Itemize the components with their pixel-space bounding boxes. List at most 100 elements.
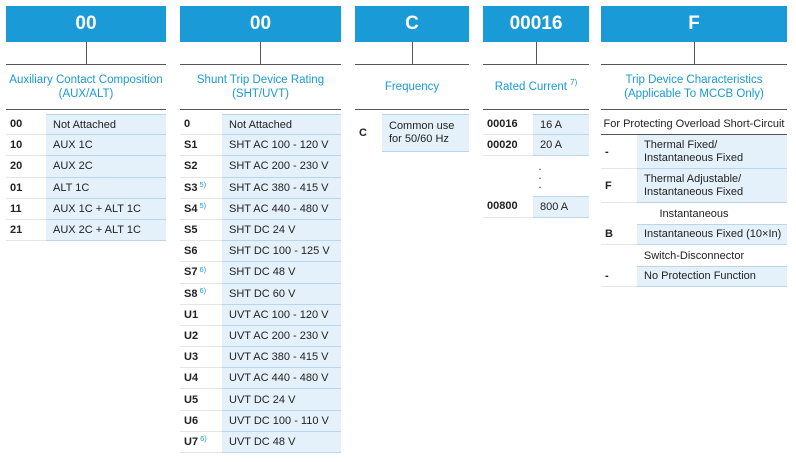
row-code: S7 6) (180, 262, 222, 284)
row-value: Thermal Fixed/ Instantaneous Fixed (637, 135, 787, 169)
table-row: 10 AUX 1C (6, 135, 166, 157)
row-value: AUX 2C (46, 156, 166, 178)
footnote-ref: 5) (199, 180, 207, 190)
trip-header: F (601, 6, 787, 42)
row-value: ALT 1C (46, 177, 166, 199)
row-value: AUX 2C + ALT 1C (46, 219, 166, 242)
table-row: S2 SHT AC 200 - 230 V (180, 156, 341, 178)
aux-contact-column: 00 Auxiliary Contact Composition (AUX/AL… (6, 6, 166, 242)
shunt-caption: Shunt Trip Device Rating (SHT/UVT) (180, 64, 341, 110)
row-code: 0 (180, 114, 222, 136)
row-value: SHT DC 24 V (222, 219, 341, 242)
row-value: Thermal Adjustable/ Instantaneous Fixed (637, 169, 787, 203)
row-value: SHT AC 380 - 415 V (222, 177, 341, 199)
footnote-ref: 6) (199, 264, 207, 274)
aux-table: 00 Not Attached 10 AUX 1C 20 AUX 2C 01 ALT 1… (6, 114, 166, 242)
table-row: 00016 16 A (483, 114, 589, 136)
row-value: UVT AC 380 - 415 V (222, 347, 341, 369)
table-row: 00020 20 A (483, 135, 589, 157)
aux-title-line2: (AUX/ALT) (58, 88, 114, 100)
footnote-ref: 6) (199, 286, 207, 296)
row-code-text: U5 (184, 393, 199, 406)
row-value: UVT DC 100 - 110 V (222, 410, 341, 432)
connector-line (411, 42, 413, 64)
aux-caption: Auxiliary Contact Composition (AUX/ALT) (6, 64, 166, 110)
table-row: 21 AUX 2C + ALT 1C (6, 219, 166, 242)
trip-title-line1: Trip Device Characteristics (625, 74, 763, 86)
row-code: U1 (180, 305, 222, 326)
value-line2: Instantaneous Fixed (644, 151, 744, 164)
row-code: 00 (6, 114, 46, 136)
row-code-text: S3 (184, 181, 198, 194)
row-code: U3 (180, 347, 222, 369)
current-title-wrap: Rated Current 7) (495, 78, 578, 94)
shunt-header: 00 (180, 6, 341, 42)
row-code: U7 6) (180, 432, 222, 453)
ellipsis-stack: . . . (533, 161, 545, 191)
value-line1: Thermal Fixed/ (644, 138, 718, 151)
row-code: S4 5) (180, 199, 222, 220)
table-row: U4 UVT AC 440 - 480 V (180, 368, 341, 390)
row-value: Not Attached (46, 114, 166, 136)
frequency-caption: Frequency (355, 64, 469, 110)
table-row: U3 UVT AC 380 - 415 V (180, 347, 341, 369)
frequency-value-line1: Common use (389, 120, 455, 132)
row-code: 21 (6, 220, 46, 242)
row-value: AUX 1C + ALT 1C (46, 198, 166, 220)
table-row: U5 UVT DC 24 V (180, 389, 341, 411)
current-table: 00016 16 A 00020 20 A . . . 00800 800 A (483, 114, 589, 218)
shunt-trip-column: 00 Shunt Trip Device Rating (SHT/UVT) 0 N… (180, 6, 341, 453)
row-code-text: S8 (184, 287, 198, 300)
row-code: S1 (180, 135, 222, 157)
shunt-title-line1: Shunt Trip Device Rating (196, 74, 325, 86)
row-code: F (601, 169, 637, 203)
table-row: 11 AUX 1C + ALT 1C (6, 198, 166, 220)
frequency-title: Frequency (384, 81, 440, 93)
table-row: B Instantaneous Fixed (10×In) (601, 224, 787, 245)
row-value: UVT DC 48 V (222, 431, 341, 453)
table-row: F Thermal Adjustable/ Instantaneous Fixe… (601, 169, 787, 203)
table-row: U6 UVT DC 100 - 110 V (180, 410, 341, 432)
row-value: 20 A (533, 135, 589, 157)
footnote-ref: 5) (199, 201, 207, 211)
row-code: S8 6) (180, 284, 222, 305)
row-code: 01 (6, 178, 46, 199)
row-value: No Protection Function (637, 266, 787, 287)
row-code-text: S2 (184, 160, 198, 173)
row-value: SHT AC 440 - 480 V (222, 198, 341, 220)
row-code-text: S5 (184, 224, 198, 237)
section-title: Switch-Disconnector (643, 249, 745, 262)
row-code: U4 (180, 368, 222, 390)
trip-table: For Protecting Overload Short-Circuit - … (601, 114, 787, 287)
row-value: UVT AC 200 - 230 V (222, 325, 341, 348)
row-code-text: S1 (184, 139, 198, 152)
row-value: UVT DC 24 V (222, 389, 341, 411)
value-line1: Thermal Adjustable/ (644, 172, 742, 185)
row-code: S5 (180, 220, 222, 242)
ellipsis-dot: . (538, 178, 542, 191)
row-value: SHT DC 60 V (222, 283, 341, 305)
connector-line (693, 42, 695, 64)
row-code-text: S6 (184, 245, 198, 258)
table-row: S4 5) SHT AC 440 - 480 V (180, 198, 341, 220)
frequency-value-line2: for 50/60 Hz (389, 133, 449, 145)
table-row: C Common use for 50/60 Hz (355, 114, 469, 152)
row-value: SHT DC 100 - 125 V (222, 241, 341, 263)
row-value: UVT AC 440 - 480 V (222, 368, 341, 390)
table-row: 00800 800 A (483, 196, 589, 218)
row-code: U2 (180, 326, 222, 348)
row-code-text: S7 (184, 266, 198, 279)
aux-header: 00 (6, 6, 166, 42)
connector-line (260, 42, 261, 64)
table-row: 01 ALT 1C (6, 177, 166, 199)
footnote-ref: 7) (570, 78, 578, 88)
row-code: 10 (6, 135, 46, 157)
ellipsis: . . . (483, 156, 589, 196)
table-row: U2 UVT AC 200 - 230 V (180, 325, 341, 348)
current-header: 00016 (483, 6, 589, 42)
row-value: 16 A (533, 114, 589, 136)
row-code: B (601, 224, 637, 245)
row-value: 800 A (533, 196, 589, 218)
section-title: Instantaneous (659, 207, 729, 220)
row-code-text: U1 (184, 308, 199, 321)
